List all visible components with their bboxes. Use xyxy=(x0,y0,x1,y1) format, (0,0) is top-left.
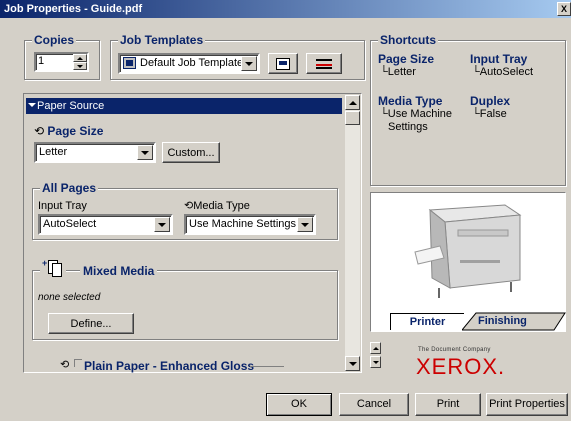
shortcut-media-type-value: └Use Machine xyxy=(380,108,452,120)
spin-up-icon[interactable] xyxy=(73,54,87,62)
scroll-thumb[interactable] xyxy=(345,111,360,125)
media-type-dropdown[interactable]: Use Machine Settings xyxy=(184,214,316,235)
media-type-label: ⟲Media Type xyxy=(184,200,250,212)
copies-stepper[interactable]: 1 xyxy=(34,52,89,72)
print-button[interactable]: Print xyxy=(415,393,481,416)
shortcuts-label: Shortcuts xyxy=(378,33,439,47)
job-templates-value: Default Job Templates xyxy=(140,57,249,69)
brand-tagline: The Document Company xyxy=(418,347,491,353)
mixed-media-icon: + xyxy=(40,256,66,280)
custom-button[interactable]: Custom... xyxy=(162,142,220,163)
printer-image xyxy=(414,204,522,298)
shortcut-duplex-title[interactable]: Duplex xyxy=(470,94,510,108)
save-template-icon xyxy=(276,58,290,70)
vertical-scrollbar[interactable] xyxy=(345,95,360,371)
shortcut-media-type-title[interactable]: Media Type xyxy=(378,94,442,108)
ok-button[interactable]: OK xyxy=(266,393,332,416)
chevron-down-icon[interactable] xyxy=(154,217,170,232)
plain-paper-bracket xyxy=(74,359,82,367)
preview-down-icon[interactable] xyxy=(370,356,381,368)
scroll-up-icon[interactable] xyxy=(345,95,360,110)
copies-spin[interactable] xyxy=(73,54,87,70)
collapse-icon[interactable] xyxy=(28,103,36,107)
input-tray-value: AutoSelect xyxy=(43,218,97,230)
cancel-button[interactable]: Cancel xyxy=(339,393,409,416)
define-button[interactable]: Define... xyxy=(48,313,134,334)
print-properties-button[interactable]: Print Properties xyxy=(486,393,568,416)
page-size-value: Letter xyxy=(39,146,68,158)
scroll-down-icon[interactable] xyxy=(345,356,360,371)
template-icon xyxy=(123,57,136,69)
xerox-logo: XEROX. xyxy=(416,354,506,379)
tab-printer[interactable]: Printer xyxy=(390,313,464,330)
job-templates-dropdown[interactable]: Default Job Templates xyxy=(118,53,260,74)
window-titlebar: Job Properties - Guide.pdf xyxy=(0,0,571,18)
mixed-media-status: none selected xyxy=(38,292,101,303)
preview-up-icon[interactable] xyxy=(370,342,381,354)
sync-icon: ⟲ xyxy=(184,200,194,212)
shortcut-duplex-value: └False xyxy=(472,108,507,120)
shortcut-page-size-value: └Letter xyxy=(380,66,416,78)
job-templates-label: Job Templates xyxy=(118,33,206,47)
mixed-media-label: Mixed Media xyxy=(80,264,158,278)
copies-label: Copies xyxy=(32,33,77,47)
tab-finishing[interactable]: Finishing xyxy=(478,315,527,327)
page-size-label: ⟲ Page Size xyxy=(34,124,104,138)
window-title: Job Properties - Guide.pdf xyxy=(4,3,143,15)
plain-paper-rule xyxy=(250,366,284,367)
save-template-button[interactable] xyxy=(268,53,298,74)
plain-paper-sync-icon: ⟲ xyxy=(60,359,70,371)
chevron-down-icon[interactable] xyxy=(297,217,313,232)
plain-paper-label[interactable]: Plain Paper - Enhanced Gloss xyxy=(84,359,254,373)
all-pages-label: All Pages xyxy=(40,181,99,195)
input-tray-dropdown[interactable]: AutoSelect xyxy=(38,214,173,235)
manage-templates-button[interactable] xyxy=(306,53,342,74)
input-tray-label: Input Tray xyxy=(38,200,87,212)
chevron-down-icon[interactable] xyxy=(241,56,257,71)
close-icon[interactable]: X xyxy=(557,2,571,16)
page-size-dropdown[interactable]: Letter xyxy=(34,142,156,163)
spin-down-icon[interactable] xyxy=(73,62,87,70)
sync-icon: ⟲ xyxy=(34,124,45,138)
shortcut-input-tray-value: └AutoSelect xyxy=(472,66,533,78)
chevron-down-icon[interactable] xyxy=(137,145,153,160)
shortcut-input-tray-title[interactable]: Input Tray xyxy=(470,52,527,66)
paper-source-header-label: Paper Source xyxy=(37,100,105,112)
list-icon xyxy=(316,59,332,69)
copies-value: 1 xyxy=(38,55,45,67)
shortcut-media-type-value-2: Settings xyxy=(388,121,428,133)
paper-source-header[interactable]: Paper Source xyxy=(26,98,342,114)
media-type-value: Use Machine Settings xyxy=(189,218,296,230)
shortcut-page-size-title[interactable]: Page Size xyxy=(378,52,434,66)
